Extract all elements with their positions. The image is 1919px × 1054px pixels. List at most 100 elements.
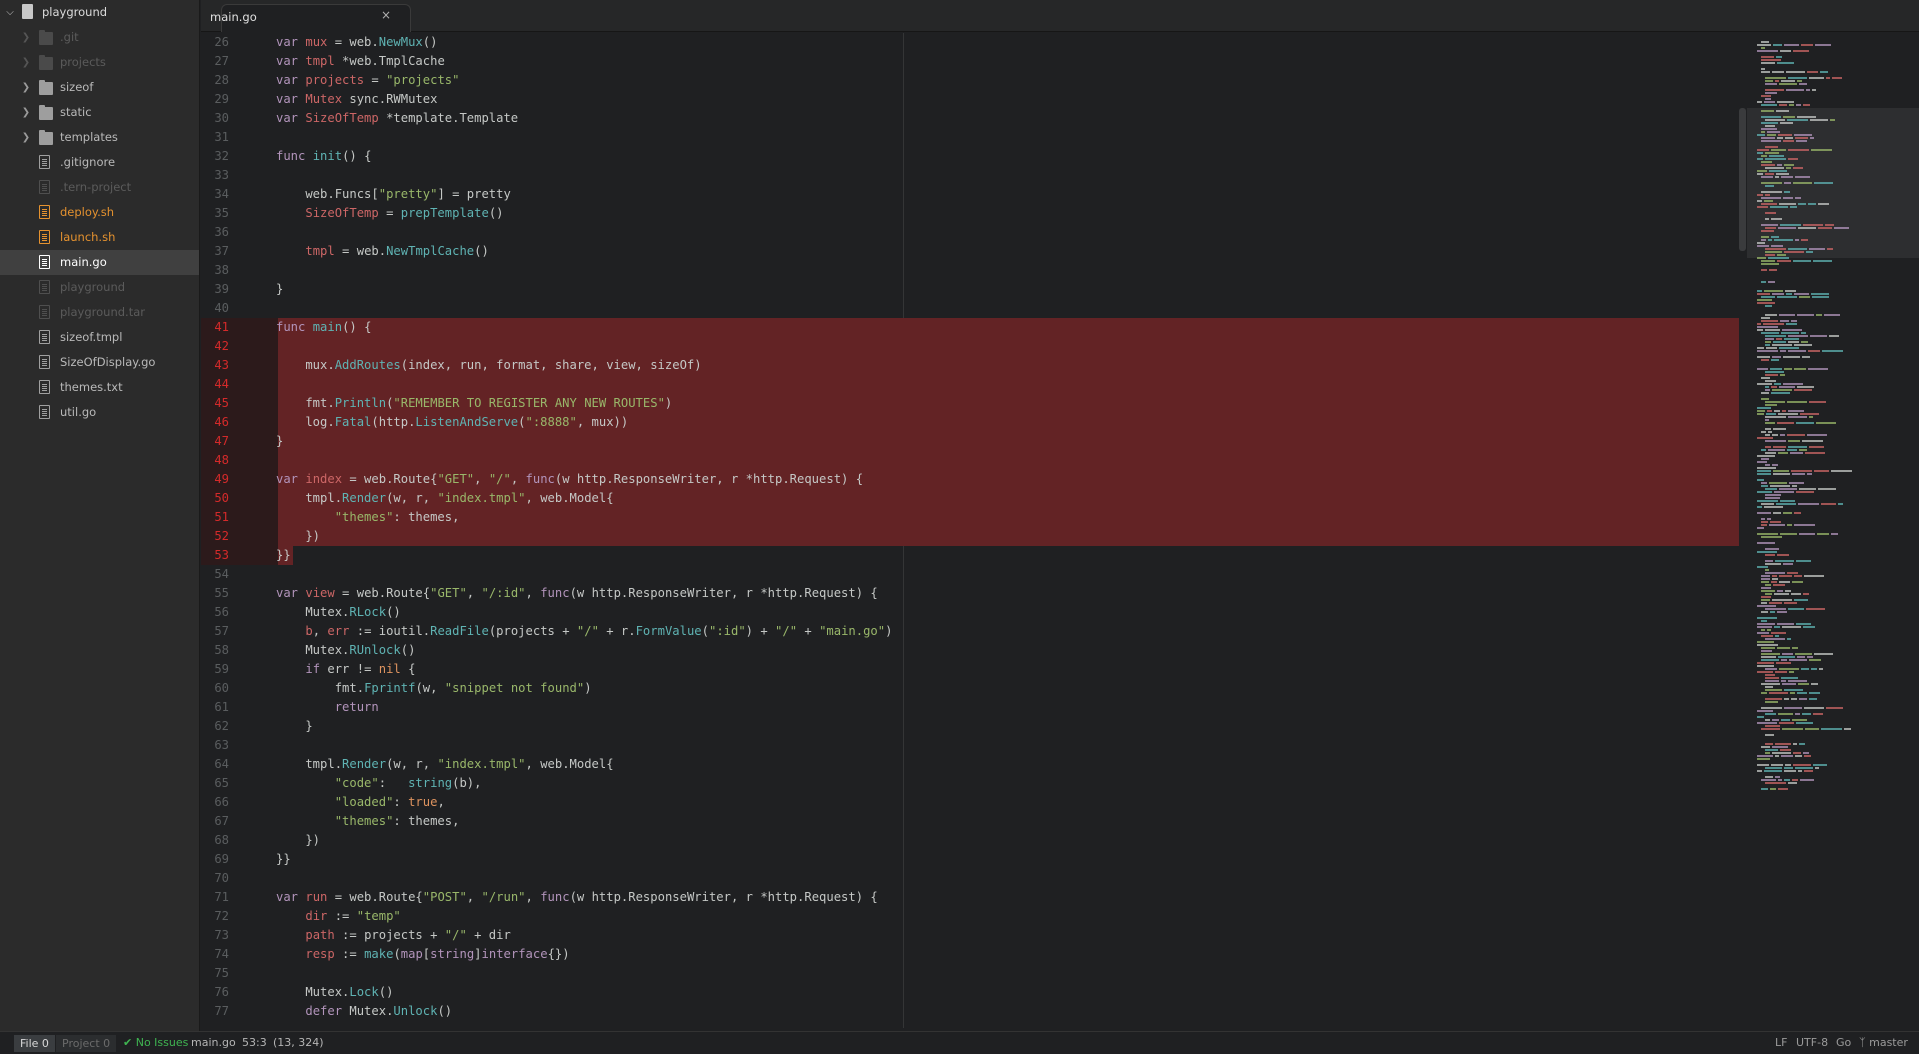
code-line[interactable]: 61 return xyxy=(201,698,1739,717)
line-number[interactable]: 37 xyxy=(201,242,278,261)
line-number[interactable]: 45 xyxy=(201,394,278,413)
line-number[interactable]: 59 xyxy=(201,660,278,679)
line-number[interactable]: 33 xyxy=(201,166,278,185)
line-number[interactable]: 46 xyxy=(201,413,278,432)
line-number[interactable]: 30 xyxy=(201,109,278,128)
line-number[interactable]: 62 xyxy=(201,717,278,736)
line-number[interactable]: 31 xyxy=(201,128,278,147)
code-line[interactable]: 51 "themes": themes, xyxy=(201,508,1739,527)
line-number[interactable]: 68 xyxy=(201,831,278,850)
chevron-right-icon[interactable]: ❯ xyxy=(20,75,32,100)
line-number[interactable]: 40 xyxy=(201,299,278,318)
code-line[interactable]: 44 xyxy=(201,375,1739,394)
code-line[interactable]: 41 func main() { xyxy=(201,318,1739,337)
tree-file[interactable]: util.go xyxy=(0,400,199,425)
linter-status[interactable]: ✔ No Issues xyxy=(123,1032,188,1054)
tree-file[interactable]: deploy.sh xyxy=(0,200,199,225)
code-line[interactable]: 31 xyxy=(201,128,1739,147)
code-line[interactable]: 28 var projects = "projects" xyxy=(201,71,1739,90)
code-line[interactable]: 52 }) xyxy=(201,527,1739,546)
code-line[interactable]: 55 var view = web.Route{"GET", "/:id", fu… xyxy=(201,584,1739,603)
line-number[interactable]: 57 xyxy=(201,622,278,641)
line-number[interactable]: 54 xyxy=(201,565,278,584)
tree-file[interactable]: sizeof.tmpl xyxy=(0,325,199,350)
line-number[interactable]: 41 xyxy=(201,318,278,337)
code-line[interactable]: 70 xyxy=(201,869,1739,888)
code-line[interactable]: 59 if err != nil { xyxy=(201,660,1739,679)
cursor-position[interactable]: 53:3 xyxy=(242,1032,267,1054)
line-number[interactable]: 74 xyxy=(201,945,278,964)
line-number[interactable]: 42 xyxy=(201,337,278,356)
code-line[interactable]: 67 "themes": themes, xyxy=(201,812,1739,831)
line-number[interactable]: 38 xyxy=(201,261,278,280)
code-line[interactable]: 40 xyxy=(201,299,1739,318)
code-line[interactable]: 37 tmpl = web.NewTmplCache() xyxy=(201,242,1739,261)
line-number[interactable]: 53 xyxy=(201,546,278,565)
tree-file[interactable]: playground xyxy=(0,275,199,300)
code-line[interactable]: 73 path := projects + "/" + dir xyxy=(201,926,1739,945)
code-line[interactable]: 33 xyxy=(201,166,1739,185)
git-branch[interactable]: ᛉ master xyxy=(1859,1032,1908,1054)
code-line[interactable]: 76 Mutex.Lock() xyxy=(201,983,1739,1002)
code-line[interactable]: 29 var Mutex sync.RWMutex xyxy=(201,90,1739,109)
chevron-down-icon[interactable]: ⌵ xyxy=(4,0,16,25)
scrollbar-thumb[interactable] xyxy=(1739,108,1746,251)
tree-root[interactable]: ⌵ playground xyxy=(0,0,199,25)
code-line[interactable]: 35 SizeOfTemp = prepTemplate() xyxy=(201,204,1739,223)
line-ending-selector[interactable]: LF xyxy=(1775,1032,1787,1054)
line-number[interactable]: 63 xyxy=(201,736,278,755)
code-line[interactable]: 72 dir := "temp" xyxy=(201,907,1739,926)
tree-folder[interactable]: ❯ sizeof xyxy=(0,75,199,100)
line-number[interactable]: 49 xyxy=(201,470,278,489)
code-line[interactable]: 46 log.Fatal(http.ListenAndServe(":8888"… xyxy=(201,413,1739,432)
line-number[interactable]: 58 xyxy=(201,641,278,660)
line-number[interactable]: 32 xyxy=(201,147,278,166)
code-line[interactable]: 53}} xyxy=(201,546,1739,565)
code-line[interactable]: 48 xyxy=(201,451,1739,470)
line-number[interactable]: 52 xyxy=(201,527,278,546)
line-number[interactable]: 39 xyxy=(201,280,278,299)
encoding-selector[interactable]: UTF-8 xyxy=(1796,1032,1828,1054)
code-line[interactable]: 26 var mux = web.NewMux() xyxy=(201,33,1739,52)
code-line[interactable]: 74 resp := make(map[string]interface{}) xyxy=(201,945,1739,964)
code-line[interactable]: 36 xyxy=(201,223,1739,242)
code-line[interactable]: 45 fmt.Println("REMEMBER TO REGISTER ANY… xyxy=(201,394,1739,413)
tree-file[interactable]: playground.tar xyxy=(0,300,199,325)
code-line[interactable]: 43 mux.AddRoutes(index, run, format, sha… xyxy=(201,356,1739,375)
line-number[interactable]: 69 xyxy=(201,850,278,869)
line-number[interactable]: 47 xyxy=(201,432,278,451)
code-line[interactable]: 58 Mutex.RUnlock() xyxy=(201,641,1739,660)
line-number[interactable]: 70 xyxy=(201,869,278,888)
line-number[interactable]: 29 xyxy=(201,90,278,109)
code-line[interactable]: 71 var run = web.Route{"POST", "/run", fu… xyxy=(201,888,1739,907)
code-editor[interactable]: 26 var mux = web.NewMux() 27 var tmpl *web.… xyxy=(201,33,1739,1028)
line-number[interactable]: 72 xyxy=(201,907,278,926)
tree-folder[interactable]: ❯ projects xyxy=(0,50,199,75)
code-line[interactable]: 62 } xyxy=(201,717,1739,736)
tree-file[interactable]: SizeOfDisplay.go xyxy=(0,350,199,375)
close-icon[interactable]: × xyxy=(381,8,391,22)
line-number[interactable]: 27 xyxy=(201,52,278,71)
code-line[interactable]: 39} xyxy=(201,280,1739,299)
chevron-right-icon[interactable]: ❯ xyxy=(20,50,32,75)
code-line[interactable]: 63 xyxy=(201,736,1739,755)
code-line[interactable]: 75 xyxy=(201,964,1739,983)
line-number[interactable]: 44 xyxy=(201,375,278,394)
line-number[interactable]: 71 xyxy=(201,888,278,907)
code-line[interactable]: 42 xyxy=(201,337,1739,356)
line-number[interactable]: 51 xyxy=(201,508,278,527)
code-line[interactable]: 34 web.Funcs["pretty"] = pretty xyxy=(201,185,1739,204)
tab-title[interactable]: main.go xyxy=(210,10,257,24)
line-number[interactable]: 43 xyxy=(201,356,278,375)
line-number[interactable]: 34 xyxy=(201,185,278,204)
line-number[interactable]: 67 xyxy=(201,812,278,831)
tree-file[interactable]: .gitignore xyxy=(0,150,199,175)
line-number[interactable]: 66 xyxy=(201,793,278,812)
code-line[interactable]: 69}} xyxy=(201,850,1739,869)
line-number[interactable]: 76 xyxy=(201,983,278,1002)
code-line[interactable]: 56 Mutex.RLock() xyxy=(201,603,1739,622)
line-number[interactable]: 65 xyxy=(201,774,278,793)
line-number[interactable]: 64 xyxy=(201,755,278,774)
line-number[interactable]: 55 xyxy=(201,584,278,603)
status-filename[interactable]: main.go xyxy=(191,1032,236,1054)
